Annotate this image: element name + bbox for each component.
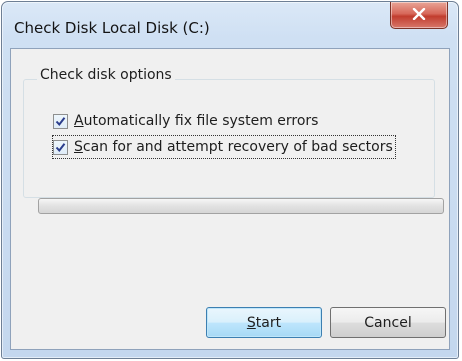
scan-bad-sectors-label: Scan for and attempt recovery of bad sec…	[74, 139, 393, 155]
start-accelerator: S	[246, 314, 256, 331]
auto-fix-accelerator: A	[74, 113, 84, 129]
start-button[interactable]: Start	[206, 307, 322, 338]
progress-bar	[38, 198, 444, 214]
scan-bad-sectors-option[interactable]: Scan for and attempt recovery of bad sec…	[52, 135, 396, 159]
auto-fix-checkbox[interactable]	[53, 113, 68, 129]
close-icon	[412, 8, 426, 20]
window-title: Check Disk Local Disk (C:)	[14, 19, 210, 37]
scan-bad-sectors-checkbox[interactable]	[53, 139, 68, 155]
checkmark-icon	[55, 142, 66, 152]
cancel-button[interactable]: Cancel	[330, 307, 446, 338]
title-bar[interactable]: Check Disk Local Disk (C:)	[2, 2, 458, 48]
close-button[interactable]	[390, 2, 448, 29]
group-label: Check disk options	[37, 67, 175, 83]
scan-bad-sectors-label-text: can for and attempt recovery of bad sect…	[82, 139, 393, 155]
auto-fix-label-text: utomatically fix file system errors	[83, 113, 319, 129]
scan-accelerator: S	[74, 139, 83, 155]
start-label: tart	[255, 314, 282, 331]
auto-fix-option[interactable]: Automatically fix file system errors	[53, 110, 318, 132]
checkmark-icon	[55, 116, 66, 126]
auto-fix-label: Automatically fix file system errors	[74, 113, 318, 129]
